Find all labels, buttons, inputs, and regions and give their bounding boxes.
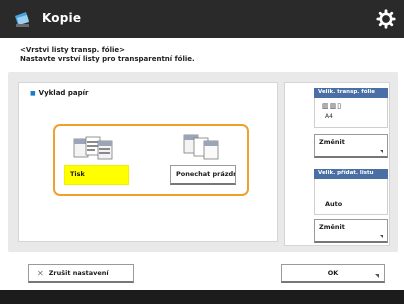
- option-blank-label: Ponechat prázdné: [176, 170, 236, 178]
- copy-icon: [15, 12, 29, 27]
- title-bar: Kopie: [0, 0, 404, 38]
- corner-arrow-icon: [375, 274, 379, 278]
- paper-size-box: [314, 179, 388, 215]
- change-transparency-size-button[interactable]: Změnit: [314, 134, 388, 158]
- printed-sheets-icon: [73, 136, 113, 160]
- change-button-label: Změnit: [319, 138, 345, 146]
- screen-instruction: Nastavte vrství listy pro transparentní …: [20, 55, 195, 63]
- section-label-text: Vyklad papír: [38, 89, 89, 97]
- change-button-label: Změnit: [319, 223, 345, 231]
- cancel-settings-button[interactable]: ✕ Zrušit nastavení: [28, 264, 134, 283]
- status-bar: [0, 290, 404, 304]
- section-label: ■ Vyklad papír: [30, 89, 88, 97]
- transparency-size-heading: Velik. transp. fólie: [314, 88, 388, 98]
- option-print-button[interactable]: Tisk: [64, 165, 129, 185]
- paper-size-heading: Velik. přídat. listu: [314, 169, 388, 179]
- option-blank-button[interactable]: Ponechat prázdné: [170, 165, 236, 185]
- option-print-label: Tisk: [70, 170, 85, 178]
- transparency-size-value: A4: [325, 113, 333, 120]
- bullet-icon: ■: [30, 90, 36, 97]
- screen-heading: <Vrstvi listy transp. fólie>: [20, 46, 126, 54]
- cancel-settings-label: Zrušit nastavení: [48, 269, 109, 277]
- close-icon: ✕: [37, 269, 44, 278]
- corner-arrow-icon: [380, 150, 383, 153]
- paper-size-value: Auto: [325, 200, 343, 208]
- change-paper-size-button[interactable]: Změnit: [314, 219, 388, 243]
- ok-label: OK: [327, 269, 339, 277]
- window-title: Kopie: [42, 11, 82, 25]
- blank-sheets-icon: [183, 134, 219, 160]
- corner-arrow-icon: [380, 235, 383, 238]
- paper-size-icons: ▥▥▯: [322, 102, 343, 110]
- gear-icon[interactable]: [376, 9, 396, 29]
- ok-button[interactable]: OK: [281, 264, 385, 283]
